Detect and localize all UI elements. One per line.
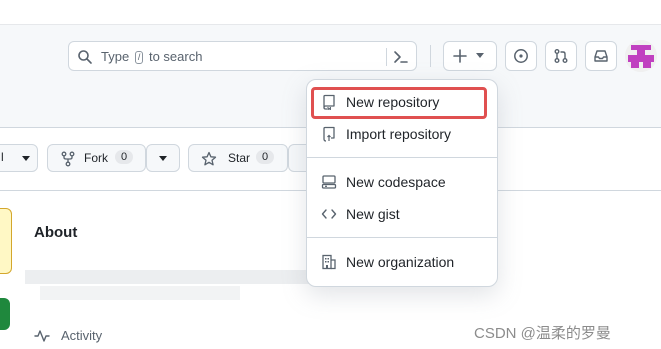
activity-link[interactable]: Activity [61, 328, 102, 343]
inbox-button[interactable] [585, 41, 617, 71]
repo-push-icon [323, 126, 335, 142]
chevron-down-icon [159, 156, 167, 161]
avatar[interactable] [625, 40, 657, 72]
watermark: CSDN @温柔的罗曼 [474, 325, 611, 342]
menu-item-label: New organization [346, 254, 455, 270]
chevron-down-icon [476, 53, 484, 58]
menu-item-new-organization[interactable]: New organization [307, 247, 497, 277]
menu-item-import-repository[interactable]: Import repository [307, 119, 497, 149]
menu-item-label: New gist [346, 206, 400, 222]
create-new-menu: New repository Import repository New cod… [306, 79, 498, 287]
star-button[interactable]: Star 0 [188, 144, 288, 172]
menu-item-label: New repository [346, 94, 440, 110]
menu-item-label: Import repository [346, 126, 452, 142]
create-new-button[interactable] [443, 41, 497, 71]
code-button[interactable] [0, 298, 10, 330]
search-input[interactable]: Type / to search [68, 41, 417, 71]
about-heading: About [34, 224, 78, 241]
menu-item-new-repository[interactable]: New repository [307, 87, 497, 117]
watch-button[interactable]: l [0, 144, 38, 172]
search-placeholder: Type / to search [101, 49, 203, 64]
search-divider [386, 48, 387, 66]
chevron-down-icon [22, 156, 30, 161]
blurred-description-2 [40, 286, 240, 300]
issue-icon [514, 49, 528, 63]
inbox-icon [594, 50, 608, 62]
plus-icon [453, 49, 467, 63]
search-shortcut-key: / [134, 51, 144, 64]
fork-count: 0 [115, 150, 134, 164]
watch-count-fragment: l [1, 150, 4, 164]
star-label: Star [228, 151, 251, 165]
menu-item-new-gist[interactable]: New gist [307, 199, 497, 229]
avatar-image [625, 40, 657, 72]
star-count: 0 [256, 150, 275, 164]
codespace-icon [321, 175, 337, 189]
command-palette-icon[interactable] [391, 48, 411, 66]
organization-icon [322, 254, 336, 270]
search-icon [78, 50, 92, 64]
pull-requests-button[interactable] [545, 41, 577, 71]
fork-icon [61, 151, 75, 167]
activity-icon [34, 330, 50, 342]
menu-divider [307, 237, 497, 238]
menu-item-new-codespace[interactable]: New codespace [307, 167, 497, 197]
star-icon [201, 151, 217, 166]
header-divider [430, 45, 431, 67]
top-strip [0, 0, 661, 25]
menu-item-label: New codespace [346, 174, 446, 190]
fork-button[interactable]: Fork 0 [47, 144, 146, 172]
menu-divider [307, 157, 497, 158]
repo-icon [323, 94, 335, 110]
pull-request-icon [554, 49, 568, 63]
code-icon [321, 209, 337, 219]
fork-label: Fork [84, 151, 108, 165]
fork-dropdown-button[interactable] [146, 144, 180, 172]
blurred-description [25, 270, 310, 284]
notice-card [0, 208, 12, 274]
issues-button[interactable] [505, 41, 537, 71]
